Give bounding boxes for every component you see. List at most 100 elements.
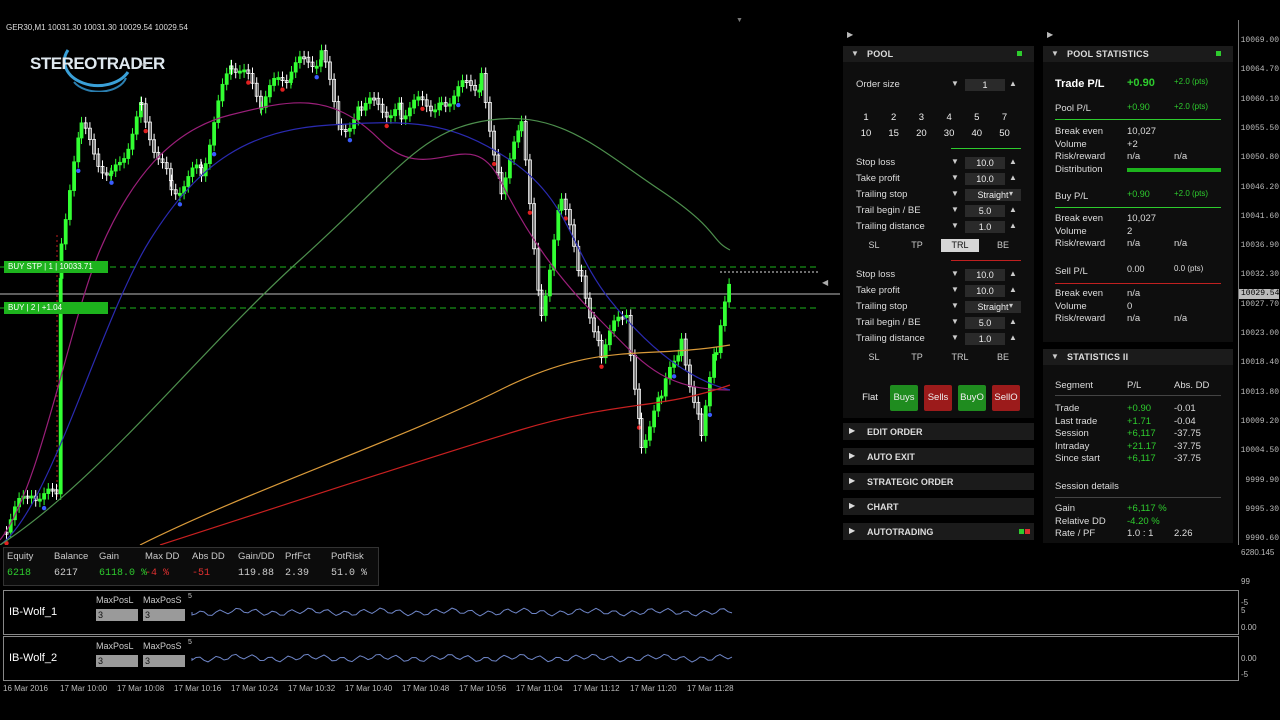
dropdown-icon[interactable]: ▾: [1009, 301, 1013, 310]
quick-size-20[interactable]: 20: [910, 128, 932, 140]
maxposs-input[interactable]: 3: [143, 655, 185, 667]
menu-auto-exit[interactable]: ▶ AUTO EXIT: [843, 448, 1034, 465]
quick-size-15[interactable]: 15: [883, 128, 905, 140]
increment-icon[interactable]: ▲: [1009, 157, 1017, 166]
buy_settings-stop-loss-value[interactable]: 10.0: [965, 157, 1005, 169]
candle-body: [297, 56, 302, 64]
decrement-icon[interactable]: ▼: [951, 205, 959, 214]
maxposl-input[interactable]: 3: [96, 655, 138, 667]
decrement-icon[interactable]: ▼: [951, 269, 959, 278]
maxposl-input[interactable]: 3: [96, 609, 138, 621]
increment-icon[interactable]: ▲: [1009, 333, 1017, 342]
buy_settings-trail-begin-label: Trail begin / BE: [856, 205, 921, 216]
menu-chart[interactable]: ▶ CHART: [843, 498, 1034, 515]
sell_settings-trailing-distance-stepper[interactable]: ▼ 1.0 ▲: [951, 333, 1021, 345]
stats-collapse-arrow-icon[interactable]: ▶: [1047, 30, 1053, 39]
increment-icon[interactable]: ▲: [1009, 221, 1017, 230]
decrement-icon[interactable]: ▼: [951, 173, 959, 182]
signal-dot: [143, 128, 148, 134]
maxposs-input[interactable]: 3: [143, 609, 185, 621]
buy_settings-trail-begin-stepper[interactable]: ▼ 5.0 ▲: [951, 205, 1021, 217]
sell-order-button[interactable]: SellO: [992, 385, 1020, 411]
buy_settings-mode-sl[interactable]: SL: [855, 239, 893, 252]
sells-button[interactable]: Sells: [924, 385, 952, 411]
quick-size-50[interactable]: 50: [994, 128, 1016, 140]
account-header-potrisk: PotRisk: [331, 551, 364, 562]
buy-position-label[interactable]: BUY | 2 | +1.04: [4, 302, 108, 314]
dropdown-icon[interactable]: ▾: [1009, 189, 1013, 198]
pool-header[interactable]: ▼ POOL: [843, 46, 1034, 62]
statistics-ii-header[interactable]: ▼ STATISTICS II: [1043, 349, 1233, 365]
decrement-icon[interactable]: ▼: [951, 333, 959, 342]
order-size-stepper[interactable]: ▼ 1 ▲: [951, 79, 1019, 91]
decrement-icon[interactable]: ▼: [951, 189, 959, 198]
buy_settings-trailing-stop-stepper[interactable]: ▼ Straight ▾: [951, 189, 1021, 201]
menu-edit-order[interactable]: ▶ EDIT ORDER: [843, 423, 1034, 440]
sell_settings-take-profit-stepper[interactable]: ▼ 10.0 ▲: [951, 285, 1021, 297]
decrement-icon[interactable]: ▼: [951, 79, 959, 88]
buys-button[interactable]: Buys: [890, 385, 918, 411]
sell_settings-trail-begin-stepper[interactable]: ▼ 5.0 ▲: [951, 317, 1021, 329]
buy_settings-trailing-distance-stepper[interactable]: ▼ 1.0 ▲: [951, 221, 1021, 233]
increment-icon[interactable]: ▲: [1009, 173, 1017, 182]
quick-size-2[interactable]: 2: [883, 112, 905, 124]
quick-size-40[interactable]: 40: [966, 128, 988, 140]
chart-scroll-arrow-icon[interactable]: ◀: [822, 278, 828, 287]
time-tick: 16 Mar 2016: [3, 684, 48, 693]
buy_settings-stop-loss-stepper[interactable]: ▼ 10.0 ▲: [951, 157, 1021, 169]
increment-icon[interactable]: ▲: [1009, 205, 1017, 214]
quick-size-3[interactable]: 3: [910, 112, 932, 124]
sell_settings-mode-sl[interactable]: SL: [855, 351, 893, 364]
expand-triangle-icon: ▶: [849, 426, 856, 435]
quick-size-10[interactable]: 10: [855, 128, 877, 140]
increment-icon[interactable]: ▲: [1009, 317, 1017, 326]
candle-body: [479, 73, 484, 91]
buy_settings-mode-be[interactable]: BE: [984, 239, 1022, 252]
buy_settings-take-profit-stepper[interactable]: ▼ 10.0 ▲: [951, 173, 1021, 185]
buy-order-button[interactable]: BuyO: [958, 385, 986, 411]
increment-icon[interactable]: ▲: [1009, 269, 1017, 278]
price-chart[interactable]: GER30,M1 10031.30 10031.30 10029.54 1002…: [0, 20, 840, 545]
decrement-icon[interactable]: ▼: [951, 317, 959, 326]
buy_settings-trail-begin-value[interactable]: 5.0: [965, 205, 1005, 217]
indicator-pane-ib-wolf-2[interactable]: IB-Wolf_2 MaxPosL MaxPosS 3 3 5: [3, 636, 1239, 681]
quick-size-4[interactable]: 4: [938, 112, 960, 124]
sell_settings-stop-loss-stepper[interactable]: ▼ 10.0 ▲: [951, 269, 1021, 281]
flat-button[interactable]: Flat: [856, 385, 884, 411]
quick-size-30[interactable]: 30: [938, 128, 960, 140]
buy_settings-mode-trl[interactable]: TRL: [941, 239, 979, 252]
increment-icon[interactable]: ▲: [1009, 285, 1017, 294]
buy_settings-trailing-distance-value[interactable]: 1.0: [965, 221, 1005, 233]
sell_settings-stop-loss-value[interactable]: 10.0: [965, 269, 1005, 281]
quick-size-7[interactable]: 7: [994, 112, 1016, 124]
quick-size-1[interactable]: 1: [855, 112, 877, 124]
sell_settings-trailing-distance-value[interactable]: 1.0: [965, 333, 1005, 345]
menu-autotrading[interactable]: ▶ AUTOTRADING: [843, 523, 1034, 540]
increment-icon[interactable]: ▲: [1009, 79, 1017, 88]
top-arrow-icon[interactable]: ▼: [736, 17, 743, 24]
sell_settings-trailing-stop-stepper[interactable]: ▼ Straight ▾: [951, 301, 1021, 313]
decrement-icon[interactable]: ▼: [951, 285, 959, 294]
quick-size-5[interactable]: 5: [966, 112, 988, 124]
indicator-pane-ib-wolf-1[interactable]: IB-Wolf_1 MaxPosL MaxPosS 3 3 5: [3, 590, 1239, 635]
buy-stop-label[interactable]: BUY STP | 1 | 10033.71: [4, 261, 108, 273]
sell_settings-take-profit-value[interactable]: 10.0: [965, 285, 1005, 297]
order-size-value[interactable]: 1: [965, 79, 1005, 91]
segment-name: Intraday: [1055, 440, 1090, 452]
sell_settings-trail-begin-value[interactable]: 5.0: [965, 317, 1005, 329]
indicator-axis-tick: 5: [1241, 606, 1246, 615]
buy_settings-stop-loss-label: Stop loss: [856, 157, 896, 168]
pool-collapse-arrow-icon[interactable]: ▶: [847, 30, 853, 39]
buy_settings-take-profit-value[interactable]: 10.0: [965, 173, 1005, 185]
buy_settings-mode-tp[interactable]: TP: [898, 239, 936, 252]
decrement-icon[interactable]: ▼: [951, 157, 959, 166]
decrement-icon[interactable]: ▼: [951, 221, 959, 230]
sell_settings-mode-trl[interactable]: TRL: [941, 351, 979, 364]
sell_settings-mode-be[interactable]: BE: [984, 351, 1022, 364]
decrement-icon[interactable]: ▼: [951, 301, 959, 310]
menu-strategic-order[interactable]: ▶ STRATEGIC ORDER: [843, 473, 1034, 490]
sell_settings-mode-tp[interactable]: TP: [898, 351, 936, 364]
pool-statistics-header[interactable]: ▼ POOL STATISTICS: [1043, 46, 1233, 62]
candle-body: [612, 320, 616, 332]
sell_settings-trailing-distance-label: Trailing distance: [856, 333, 925, 344]
